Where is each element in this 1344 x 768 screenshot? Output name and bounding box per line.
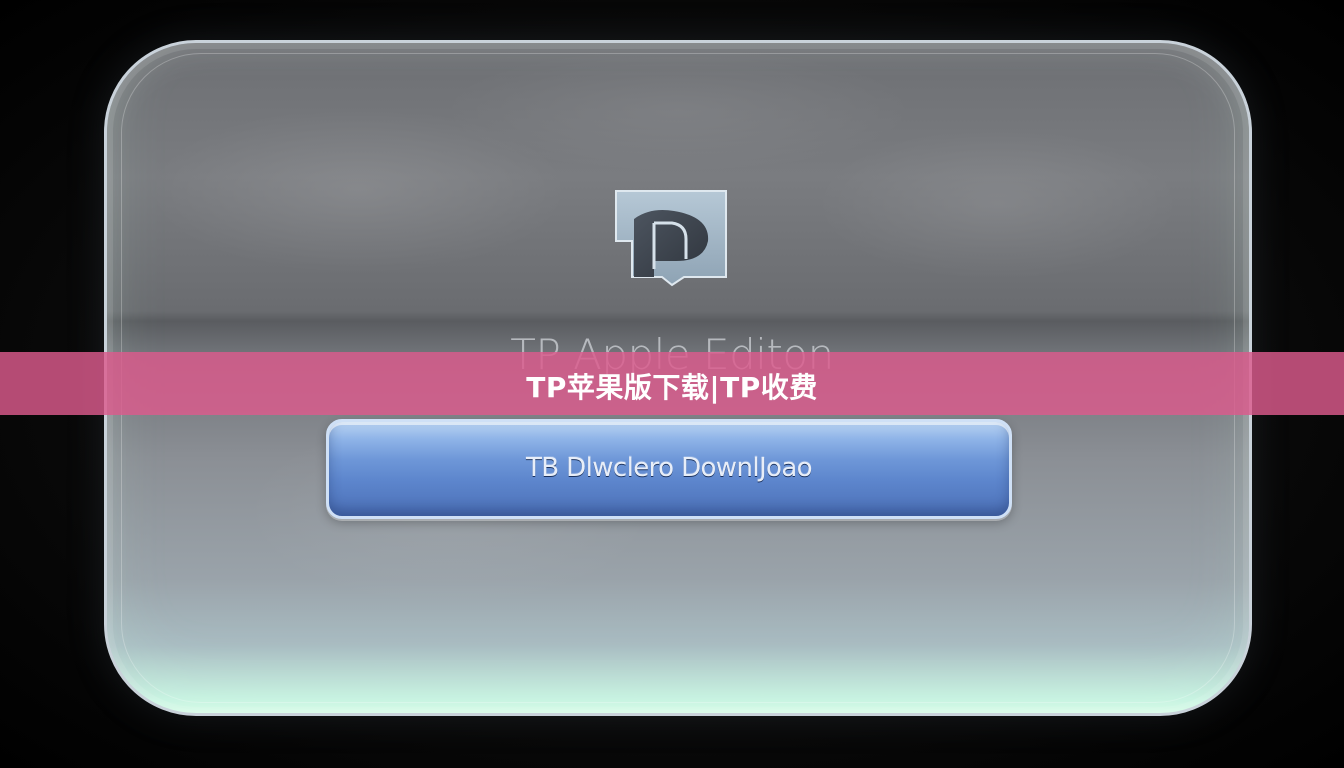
watermark-text: TP苹果版下载|TP收费	[526, 371, 818, 404]
tp-logo-icon	[615, 190, 727, 287]
screen: TP Apple Editon TB Dlwclero DownlJoao TP…	[0, 0, 1344, 768]
download-button-label: TB Dlwclero DownlJoao	[525, 453, 813, 483]
watermark-banner: TP苹果版下载|TP收费	[0, 352, 1344, 415]
download-button[interactable]: TB Dlwclero DownlJoao	[326, 419, 1012, 519]
